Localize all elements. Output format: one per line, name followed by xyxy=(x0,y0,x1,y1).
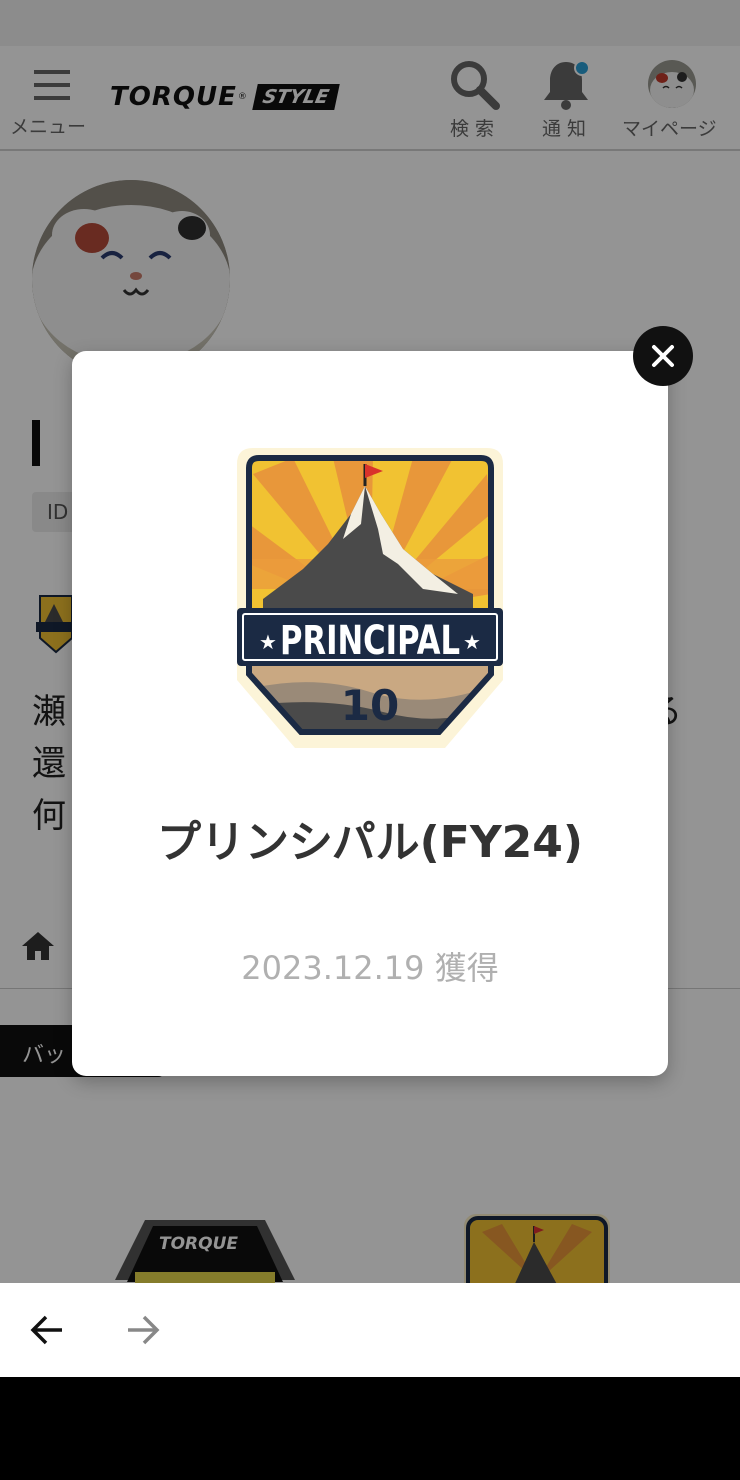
svg-text:★: ★ xyxy=(463,630,481,654)
badge-banner-text: PRINCIPAL xyxy=(280,618,460,664)
svg-text:★: ★ xyxy=(259,630,277,654)
arrow-right-icon[interactable] xyxy=(122,1310,162,1350)
badge-title: プリンシパル(FY24) xyxy=(156,817,584,868)
system-navigation-bar xyxy=(0,1377,740,1480)
badge-detail-modal: ★ ★ PRINCIPAL 10 プリンシパル(FY24) 2023.12.19… xyxy=(72,351,668,1076)
close-icon xyxy=(652,345,674,367)
badge-image: ★ ★ PRINCIPAL 10 xyxy=(237,448,503,748)
close-button[interactable] xyxy=(633,326,693,386)
badge-acquired-date: 2023.12.19 獲得 xyxy=(241,949,499,987)
arrow-left-icon[interactable] xyxy=(28,1310,68,1350)
badge-number-text: 10 xyxy=(341,681,399,730)
browser-bottom-nav xyxy=(0,1283,740,1377)
